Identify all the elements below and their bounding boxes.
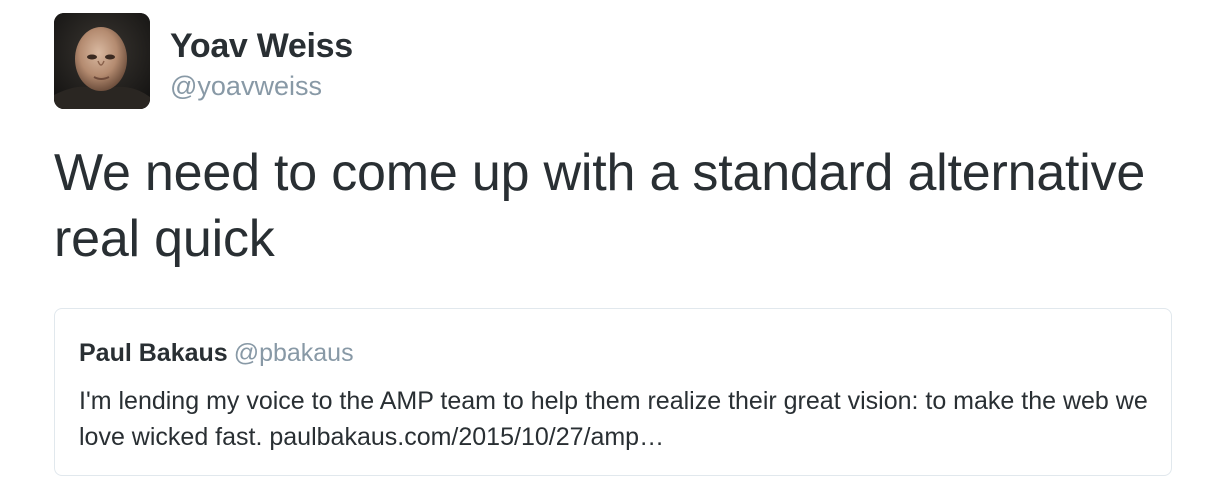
author-name[interactable]: Yoav Weiss [170, 26, 353, 66]
avatar[interactable] [54, 13, 150, 109]
quoted-tweet-header: Paul Bakaus @pbakaus [79, 337, 354, 373]
author-handle[interactable]: @yoavweiss [170, 70, 322, 102]
avatar-photo [54, 13, 150, 109]
quoted-tweet-text: I'm lending my voice to the AMP team to … [79, 383, 1149, 455]
tweet-text: We need to come up with a standard alter… [54, 144, 1146, 268]
quoted-tweet[interactable]: Paul Bakaus @pbakaus I'm lending my voice… [54, 308, 1172, 476]
quoted-tweet-link[interactable]: paulbakaus.com/2015/10/27/amp… [269, 423, 664, 451]
quoted-author-handle: @pbakaus [233, 339, 354, 367]
quoted-author-name: Paul Bakaus [79, 339, 228, 367]
tweet-card: Yoav Weiss @yoavweiss We need to come up… [0, 0, 1225, 497]
